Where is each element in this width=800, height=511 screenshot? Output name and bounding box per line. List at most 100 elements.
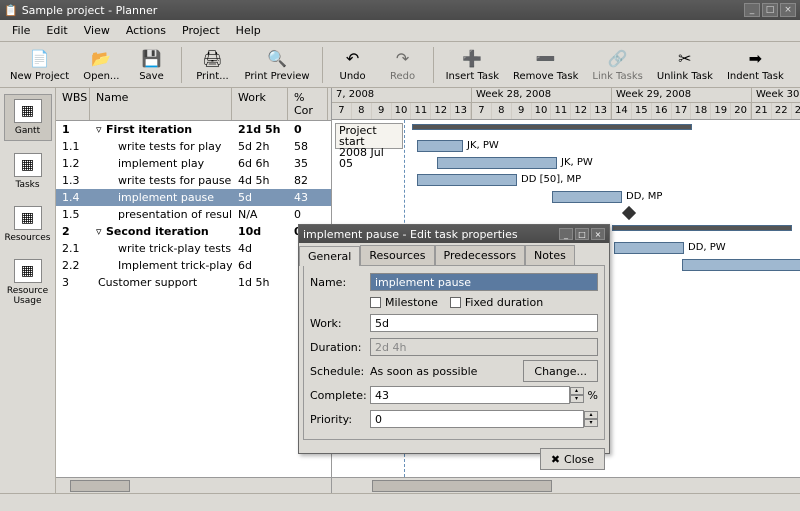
col-work[interactable]: Work [232, 88, 288, 120]
table-row[interactable]: 1.4implement pause5d43 [56, 189, 331, 206]
duration-label: Duration: [310, 341, 370, 354]
col-pct[interactable]: % Cor [288, 88, 328, 120]
gantt-bar[interactable] [552, 191, 622, 203]
fixed-duration-checkbox[interactable]: Fixed duration [450, 296, 543, 309]
gantt-icon: ▦ [14, 99, 42, 123]
gantt-bar-label: DD, PW [688, 242, 726, 253]
maximize-button[interactable]: □ [762, 3, 778, 17]
new-project-button[interactable]: 📄New Project [4, 44, 75, 86]
insert-task-icon: ➕ [461, 47, 483, 69]
undo-button[interactable]: ↶Undo [329, 44, 377, 86]
tab-resources[interactable]: Resources [360, 245, 434, 265]
dialog-titlebar[interactable]: implement pause - Edit task properties _… [299, 225, 609, 243]
complete-spinner[interactable]: ▴▾ [570, 387, 584, 403]
name-input[interactable] [370, 273, 598, 291]
table-row[interactable]: 2▿Second iteration10d0 [56, 223, 331, 240]
menu-help[interactable]: Help [228, 22, 269, 39]
link-tasks-button: 🔗Link Tasks [586, 44, 648, 86]
complete-input[interactable] [370, 386, 570, 404]
sidebar-resources[interactable]: ▦Resources [4, 202, 52, 247]
insert-task-button[interactable]: ➕Insert Task [440, 44, 505, 86]
dialog-maximize-button[interactable]: □ [575, 228, 589, 240]
work-input[interactable] [370, 314, 598, 332]
tab-notes[interactable]: Notes [525, 245, 575, 265]
table-row[interactable]: 2.1write trick-play tests4d [56, 240, 331, 257]
gantt-header: 7, 200878910111213Week 28, 2008789101112… [332, 88, 800, 120]
gantt-bar[interactable] [437, 157, 557, 169]
percent-sign: % [588, 389, 598, 402]
gantt-bar[interactable] [614, 242, 684, 254]
app-icon: 📋 [4, 4, 18, 17]
menu-actions[interactable]: Actions [118, 22, 174, 39]
dialog-minimize-button[interactable]: _ [559, 228, 573, 240]
close-icon: ✖ [551, 453, 560, 466]
tasks-icon: ▦ [14, 153, 42, 177]
menu-view[interactable]: View [76, 22, 118, 39]
redo-icon: ↷ [392, 47, 414, 69]
indent-task-button[interactable]: ➡Indent Task [721, 44, 790, 86]
new-project-icon: 📄 [29, 47, 51, 69]
undo-icon: ↶ [342, 47, 364, 69]
minimize-button[interactable]: _ [744, 3, 760, 17]
save-button[interactable]: 💾Save [127, 44, 175, 86]
indent-task-icon: ➡ [744, 47, 766, 69]
duration-input [370, 338, 598, 356]
priority-input[interactable] [370, 410, 584, 428]
gantt-bar-label: JK, PW [561, 157, 593, 168]
print-preview-icon: 🔍 [266, 47, 288, 69]
resources-icon: ▦ [14, 206, 42, 230]
schedule-label: Schedule: [310, 365, 370, 378]
menu-edit[interactable]: Edit [38, 22, 75, 39]
gantt-bar[interactable] [417, 140, 463, 152]
menu-project[interactable]: Project [174, 22, 228, 39]
print-button[interactable]: 🖨Print... [188, 44, 236, 86]
unlink-task-button[interactable]: ✂Unlink Task [651, 44, 719, 86]
gantt-bar[interactable] [412, 124, 692, 130]
dialog-tabs: GeneralResourcesPredecessorsNotes [299, 243, 609, 265]
milestone-diamond[interactable] [622, 206, 636, 220]
gantt-bar[interactable] [682, 259, 800, 271]
priority-label: Priority: [310, 413, 370, 426]
col-wbs[interactable]: WBS [56, 88, 90, 120]
gantt-hscroll[interactable] [332, 477, 800, 493]
toolbar: 📄New Project📂Open...💾Save 🖨Print...🔍Print… [0, 42, 800, 88]
close-dialog-button[interactable]: ✖Close [540, 448, 605, 470]
print-preview-button[interactable]: 🔍Print Preview [238, 44, 315, 86]
table-row[interactable]: 3Customer support1d 5h [56, 274, 331, 291]
gantt-bar-label: DD [50], MP [521, 174, 581, 185]
sidebar-resource-usage[interactable]: ▦ResourceUsage [4, 255, 52, 310]
open-button[interactable]: 📂Open... [77, 44, 125, 86]
save-icon: 💾 [140, 47, 162, 69]
table-row[interactable]: 1.1write tests for play5d 2h58 [56, 138, 331, 155]
table-row[interactable]: 1.2implement play6d 6h35 [56, 155, 331, 172]
change-button[interactable]: Change... [523, 360, 598, 382]
sidebar-gantt[interactable]: ▦Gantt [4, 94, 52, 141]
gantt-bar[interactable] [417, 174, 517, 186]
tab-predecessors[interactable]: Predecessors [435, 245, 526, 265]
gantt-bar-label: DD, MP [626, 191, 662, 202]
link-tasks-icon: 🔗 [607, 47, 629, 69]
close-button[interactable]: × [780, 3, 796, 17]
menu-file[interactable]: File [4, 22, 38, 39]
milestone-checkbox[interactable]: Milestone [370, 296, 438, 309]
table-row[interactable]: 1▿First iteration21d 5h0 [56, 121, 331, 138]
priority-spinner[interactable]: ▴▾ [584, 411, 598, 427]
complete-label: Complete: [310, 389, 370, 402]
table-row[interactable]: 2.2Implement trick-play6d [56, 257, 331, 274]
remove-task-icon: ➖ [535, 47, 557, 69]
statusbar [0, 493, 800, 511]
table-hscroll[interactable] [56, 477, 331, 493]
tab-general-body: Name: Milestone Fixed duration Work: Dur… [303, 265, 605, 440]
table-row[interactable]: 1.3write tests for pause4d 5h82 [56, 172, 331, 189]
redo-button: ↷Redo [379, 44, 427, 86]
window-titlebar: 📋 Sample project - Planner _ □ × [0, 0, 800, 20]
col-name[interactable]: Name [90, 88, 232, 120]
table-row[interactable]: 1.5presentation of resultsN/A0 [56, 206, 331, 223]
tab-general[interactable]: General [299, 246, 360, 266]
gantt-bar[interactable] [612, 225, 792, 231]
work-label: Work: [310, 317, 370, 330]
dialog-close-button[interactable]: × [591, 228, 605, 240]
open-icon: 📂 [90, 47, 112, 69]
sidebar-tasks[interactable]: ▦Tasks [4, 149, 52, 194]
remove-task-button[interactable]: ➖Remove Task [507, 44, 584, 86]
